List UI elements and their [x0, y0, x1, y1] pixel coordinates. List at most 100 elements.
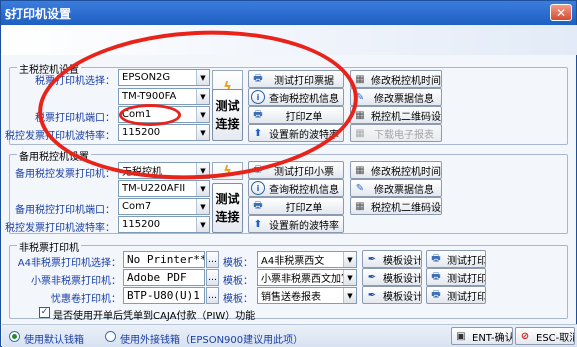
- grid-icon: ▦: [355, 109, 365, 121]
- backup-printer-model-select[interactable]: TM-U220AFII ▼: [118, 180, 210, 197]
- lightning-icon: ϟ: [223, 163, 232, 179]
- coupon-printer-browse-button[interactable]: …: [206, 287, 219, 304]
- pen-icon: ✒: [367, 289, 377, 301]
- main-printer-model-select[interactable]: TM-T900FA ▼: [118, 88, 210, 105]
- backup-invoice-printer-select[interactable]: 无税控机 ▼: [118, 162, 210, 179]
- chevron-down-icon: ▼: [196, 163, 209, 178]
- chevron-down-icon: ▼: [196, 199, 209, 214]
- paint-brush-icon: ✎: [355, 91, 365, 103]
- header-band: [2, 25, 577, 55]
- info-icon: i: [251, 90, 265, 104]
- backup-set-baud-button[interactable]: ⬆ 设置新的波特率: [248, 215, 344, 233]
- a4-test-print-button[interactable]: 🖶 测试打印: [426, 250, 486, 268]
- grid-icon: ▦: [355, 73, 365, 85]
- printer-icon: 🖶: [431, 270, 441, 282]
- backup-test-connect-button[interactable]: 测试 连接: [212, 183, 243, 233]
- small-printer-browse-button[interactable]: …: [206, 269, 219, 286]
- small-template-select[interactable]: 小票非税票西文加宽 ▼: [257, 269, 357, 286]
- default-drawer-label: 使用默认钱箱: [24, 335, 84, 346]
- backup-baud-label: 税控发票打印机波特率：: [5, 223, 115, 234]
- coupon-template-select[interactable]: 销售送卷报表 ▼: [257, 287, 357, 304]
- a4-template-design-button[interactable]: ✒ 模板设计: [362, 250, 422, 268]
- small-test-print-button[interactable]: 🖶 测试打印: [426, 268, 486, 286]
- main-port-select[interactable]: Com1 ▼: [118, 106, 210, 123]
- grid-icon: ▦: [355, 164, 365, 176]
- main-query-info-button[interactable]: i 查询税控机信息: [248, 88, 344, 106]
- a4-printer-label: A4非税票打印机选择：: [17, 258, 121, 269]
- grid-icon: ▦: [355, 200, 365, 212]
- cancel-icon: ⊘: [520, 330, 530, 342]
- main-modify-time-button[interactable]: ▦ 修改税控机时间: [350, 70, 442, 88]
- small-template-label: 模板：: [223, 276, 253, 287]
- printer-icon: 🖶: [253, 108, 263, 120]
- paint-brush-icon: ✎: [355, 182, 365, 194]
- main-set-baud-button[interactable]: ⬆ 设置新的波特率: [248, 124, 344, 142]
- printer-settings-window: §打印机设置 ✕ 主税控机设置 税票打印机选择： EPSON2G ▼ TM-T9…: [0, 0, 577, 347]
- close-button[interactable]: ✕: [550, 4, 572, 21]
- nontax-group-title: 非税票打印机: [17, 239, 81, 254]
- backup-port-label: 备用税控打印机端口：: [15, 205, 115, 216]
- test-print-invoice-button[interactable]: 🖶 测试打印票据: [248, 70, 344, 88]
- printer-icon: 🖶: [253, 163, 263, 175]
- arrow-up-icon: ⬆: [253, 127, 263, 139]
- chevron-down-icon: ▼: [343, 270, 356, 285]
- test-print-small-button[interactable]: 🖶 测试打印小票: [248, 161, 344, 179]
- caja-payment-label: 是否使用开单后凭单到CAJA付款（PIW）功能: [53, 311, 256, 322]
- backup-qr-setting-button[interactable]: ▦ 税控机二维码设置: [350, 197, 442, 215]
- grid-icon: ▦: [355, 127, 365, 139]
- chevron-down-icon: ▼: [196, 181, 209, 196]
- small-printer-label: 小票非税票打印机：: [31, 276, 121, 287]
- backup-tax-group-title: 备用税控机设置: [17, 148, 91, 163]
- a4-printer-browse-button[interactable]: …: [206, 251, 219, 268]
- printer-icon: 🖶: [431, 288, 441, 300]
- main-baud-select[interactable]: 115200 ▼: [118, 124, 210, 141]
- main-baud-label: 税控发票打印机波特率：: [5, 131, 115, 142]
- small-printer-field[interactable]: Adobe PDF: [123, 269, 205, 286]
- caja-payment-checkbox[interactable]: ✓: [39, 307, 50, 318]
- main-port-label: 税票打印机端口：: [35, 113, 115, 124]
- window-title: §打印机设置: [5, 6, 72, 21]
- default-drawer-radio[interactable]: [9, 331, 20, 342]
- coupon-printer-label: 忧惠卷打印机：: [51, 294, 121, 305]
- a4-printer-field[interactable]: No Printer**: [123, 251, 205, 268]
- backup-query-info-button[interactable]: i 查询税控机信息: [248, 179, 344, 197]
- main-print-z-button[interactable]: 🖶 打印Z单: [248, 106, 344, 124]
- info-icon: i: [251, 181, 265, 195]
- backup-print-z-button[interactable]: 🖶 打印Z单: [248, 197, 344, 215]
- coupon-template-design-button[interactable]: ✒ 模板设计: [362, 286, 422, 304]
- printer-icon: 🖶: [431, 252, 441, 264]
- backup-modify-time-button[interactable]: ▦ 修改税控机时间: [350, 161, 442, 179]
- chevron-down-icon: ▼: [343, 252, 356, 267]
- main-qr-setting-button[interactable]: ▦ 税控机二维码设置: [350, 106, 442, 124]
- chevron-down-icon: ▼: [196, 125, 209, 140]
- main-test-connect-button[interactable]: 测试 连接: [212, 89, 243, 141]
- external-drawer-label: 使用外接钱箱（EPSON900建议用此项）: [120, 335, 304, 346]
- a4-template-label: 模板：: [223, 258, 253, 269]
- backup-invoice-printer-label: 备用税控发票打印机：: [15, 169, 115, 180]
- coupon-test-print-button[interactable]: 🖶 测试打印: [426, 286, 486, 304]
- cancel-button[interactable]: ⊘ ESC-取消: [515, 327, 575, 345]
- backup-port-select[interactable]: Com7 ▼: [118, 198, 210, 215]
- main-invoice-printer-select[interactable]: EPSON2G ▼: [118, 69, 210, 86]
- chevron-down-icon: ▼: [196, 89, 209, 104]
- backup-modify-data-button[interactable]: ✎ 修改票据信息: [350, 179, 442, 197]
- external-drawer-radio[interactable]: [105, 331, 116, 342]
- confirm-button[interactable]: ▣ ENT-确认: [451, 327, 513, 345]
- pen-icon: ✒: [367, 271, 377, 283]
- coupon-printer-field[interactable]: BTP-U80(U)1: [123, 287, 205, 304]
- a4-template-select[interactable]: A4非税票西文 ▼: [257, 251, 357, 268]
- printer-icon: 🖶: [253, 199, 263, 211]
- chevron-down-icon: ▼: [343, 288, 356, 303]
- title-bar: §打印机设置 ✕: [1, 1, 576, 25]
- chevron-down-icon: ▼: [196, 107, 209, 122]
- small-template-design-button[interactable]: ✒ 模板设计: [362, 268, 422, 286]
- chevron-down-icon: ▼: [196, 70, 209, 85]
- chevron-down-icon: ▼: [196, 217, 209, 232]
- pen-icon: ✒: [367, 253, 377, 265]
- main-modify-data-button[interactable]: ✎ 修改票据信息: [350, 88, 442, 106]
- arrow-up-icon: ⬆: [253, 218, 263, 230]
- download-report-button[interactable]: ▦ 下载电子报表: [350, 124, 442, 142]
- close-icon: ✕: [555, 5, 567, 20]
- backup-baud-select[interactable]: 115200 ▼: [118, 216, 210, 233]
- main-invoice-printer-label: 税票打印机选择：: [35, 76, 115, 87]
